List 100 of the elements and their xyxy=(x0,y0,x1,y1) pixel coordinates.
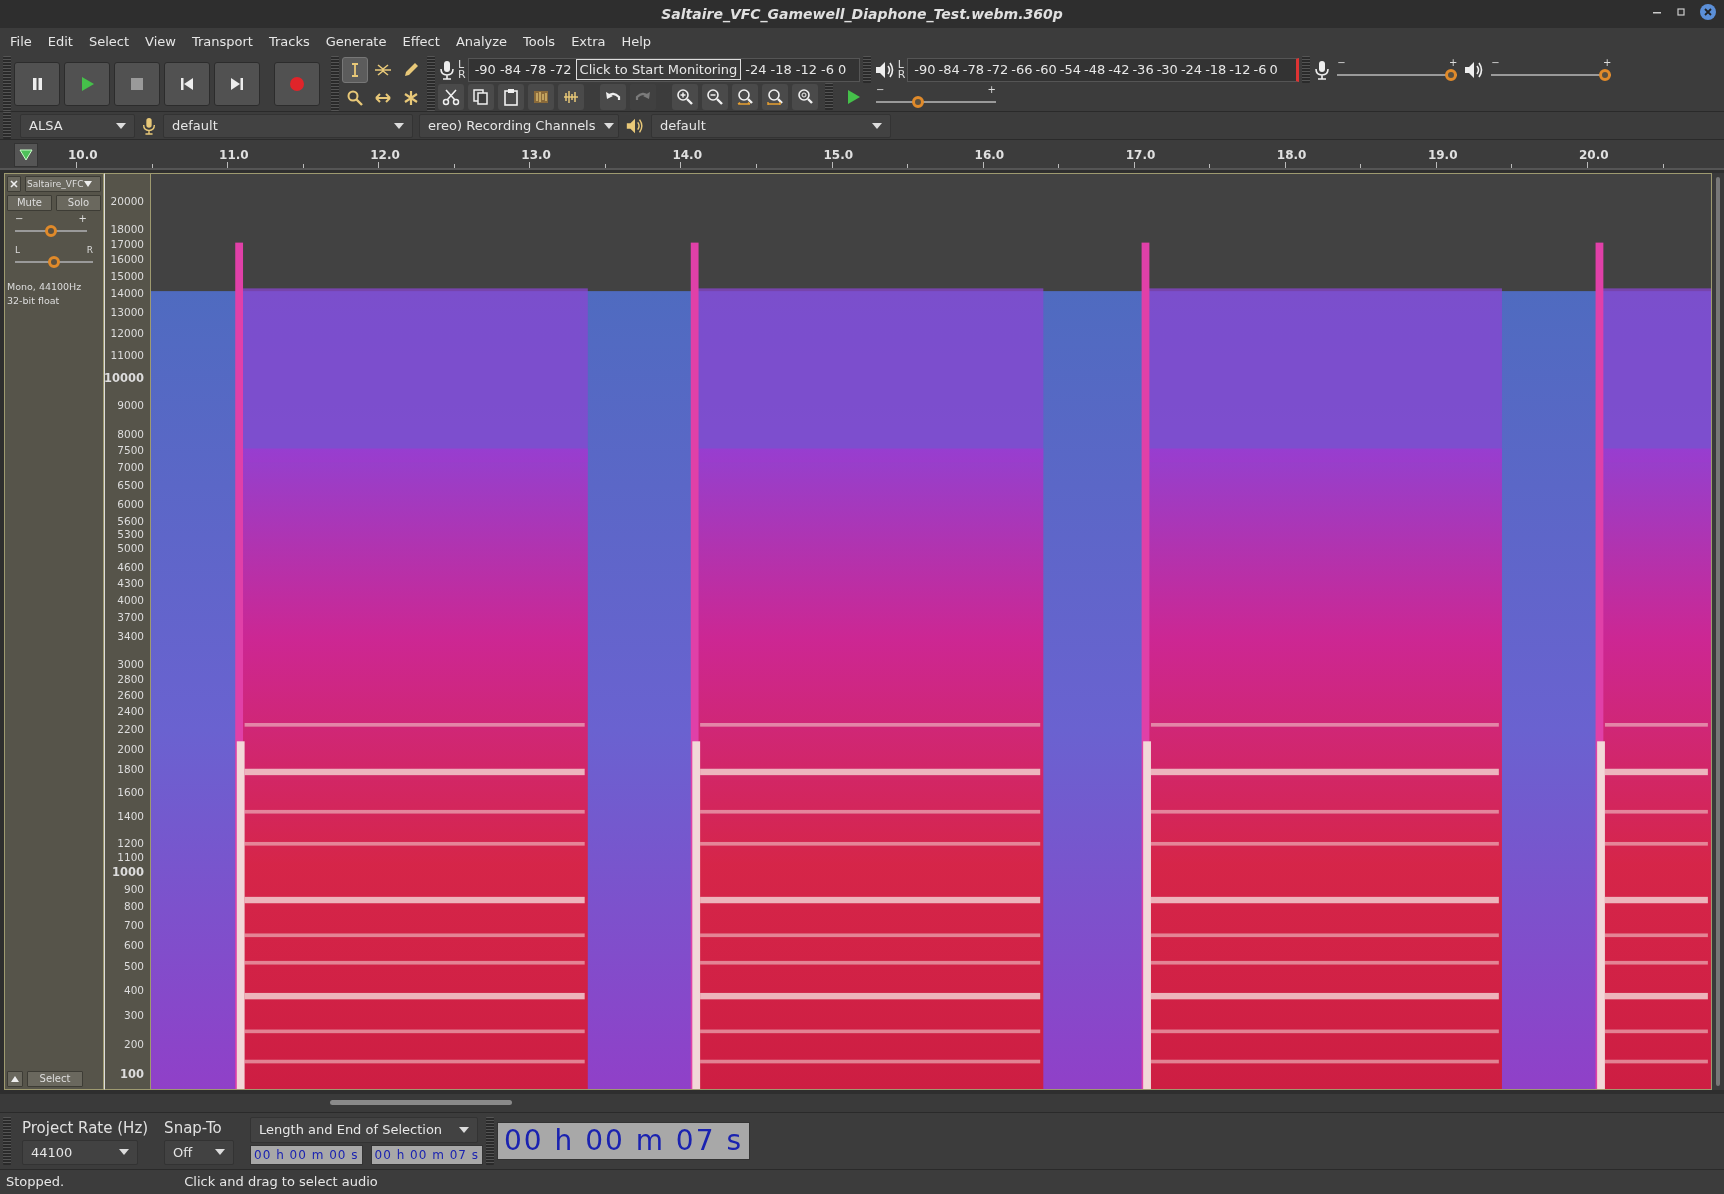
toolbar-grip[interactable] xyxy=(486,1117,494,1165)
time-ruler-label: 11.0 xyxy=(219,147,249,164)
tool-button[interactable] xyxy=(342,56,368,83)
menu-item[interactable]: Select xyxy=(80,32,138,52)
meter-scale-label: -84 xyxy=(499,60,522,79)
field-label: Snap-To xyxy=(164,1118,223,1139)
ruler-tick xyxy=(1058,164,1060,168)
play-button[interactable] xyxy=(64,61,110,106)
recording-device-dropdown[interactable]: default xyxy=(163,113,413,138)
menu-item[interactable]: View xyxy=(137,32,184,52)
recording-channels-dropdown[interactable]: ereo) Recording Channels xyxy=(419,113,619,138)
meter-scale-label: -54 xyxy=(1059,60,1081,79)
toolbar-grip[interactable] xyxy=(3,112,11,139)
recording-meter[interactable]: -90 -84 -78 -72 Click to Start Monitoring -24 -18 -12 -6 0 xyxy=(467,57,860,82)
toolbar-button[interactable] xyxy=(672,83,698,110)
toolbar-button[interactable] xyxy=(792,83,818,110)
project-rate-dropdown[interactable]: 44100 xyxy=(22,1139,138,1165)
microphone-icon xyxy=(141,115,157,136)
meter-scale-label: -78 xyxy=(525,60,547,79)
select-button[interactable]: Select xyxy=(27,1071,83,1087)
toolbar-grip[interactable] xyxy=(331,56,339,111)
plus-sign: + xyxy=(1448,57,1458,68)
toolbar-grip[interactable] xyxy=(3,56,11,111)
toolbar-button[interactable] xyxy=(762,83,788,110)
menu-item[interactable]: Extra xyxy=(563,32,614,52)
channel-label: L xyxy=(897,59,904,70)
slider-thumb[interactable] xyxy=(45,225,57,237)
toolbar-grip[interactable] xyxy=(825,83,833,110)
ruler-tick xyxy=(1435,162,1437,168)
pencil-icon xyxy=(402,60,420,79)
slider-thumb[interactable] xyxy=(48,256,60,268)
horizontal-scrollbar[interactable] xyxy=(330,1100,512,1105)
track-name-menu[interactable]: Saltaire_VFC xyxy=(25,176,101,192)
selection-mode-dropdown[interactable]: Length and End of Selection xyxy=(250,1117,479,1143)
collapse-button[interactable] xyxy=(7,1071,23,1087)
clipboard-icon xyxy=(502,87,520,106)
slider-thumb[interactable] xyxy=(1599,68,1612,81)
asterisk-icon xyxy=(402,88,420,107)
toolbar-grip[interactable] xyxy=(862,56,871,83)
track-info-text: 32-bit float xyxy=(7,294,61,309)
toolbar-button[interactable] xyxy=(702,83,728,110)
frequency-label: 100 xyxy=(120,1069,144,1081)
slider-thumb[interactable] xyxy=(1445,68,1458,81)
frequency-label: 2400 xyxy=(117,706,144,717)
toolbar-grip[interactable] xyxy=(3,1117,11,1165)
pause-button[interactable] xyxy=(14,61,60,106)
skip-to-start-button[interactable] xyxy=(164,61,210,106)
zoom-icon xyxy=(346,88,364,107)
menu-item[interactable]: Effect xyxy=(394,32,448,52)
toolbar-button[interactable] xyxy=(558,83,584,110)
zoom-toggle-icon xyxy=(796,87,814,106)
toolbar-button[interactable] xyxy=(498,83,524,110)
toolbar-button[interactable] xyxy=(468,83,494,110)
record-button[interactable] xyxy=(274,61,320,106)
time-ruler-label: 19.0 xyxy=(1427,147,1458,164)
restore-icon[interactable] xyxy=(1676,7,1686,17)
playback-meter[interactable]: -90 -84 -78 -72 -66 -60 -54 -48 -42 -36 -30 -24 -18 -12 -6 0 xyxy=(907,57,1300,82)
toolbar-button[interactable] xyxy=(732,83,758,110)
menu-item[interactable]: File xyxy=(2,32,40,52)
slider-thumb[interactable] xyxy=(911,95,924,108)
frequency-label: 5300 xyxy=(117,528,144,540)
frequency-label: 400 xyxy=(123,984,144,995)
frequency-label: 3700 xyxy=(117,612,144,623)
play-head-button[interactable] xyxy=(14,143,38,167)
frequency-label: 16000 xyxy=(110,253,144,265)
frequency-label: 2600 xyxy=(117,689,144,700)
menu-item[interactable]: Tracks xyxy=(260,32,318,52)
frequency-label: 18000 xyxy=(110,223,144,234)
menu-item[interactable]: Tools xyxy=(515,32,564,52)
zoom-in-icon xyxy=(676,87,694,106)
frequency-label: 11000 xyxy=(110,349,144,360)
stop-button[interactable] xyxy=(114,61,160,106)
ruler-tick xyxy=(227,162,229,168)
meter-scale-label: -66 xyxy=(1011,60,1033,79)
track-toggle-button[interactable]: Mute xyxy=(7,195,52,211)
toolbar-grip[interactable] xyxy=(1302,56,1311,83)
toolbar-button[interactable] xyxy=(528,83,554,110)
menu-item[interactable]: Edit xyxy=(39,32,81,52)
frequency-label: 800 xyxy=(123,901,144,912)
toolbar-button[interactable] xyxy=(438,83,464,110)
skip-to-end-button[interactable] xyxy=(214,61,260,106)
time-field[interactable]: 00 h 00 m 07 s xyxy=(370,1145,483,1165)
close-track-button[interactable] xyxy=(7,176,21,192)
toolbar-button[interactable] xyxy=(600,83,626,110)
menu-item[interactable]: Generate xyxy=(317,32,395,52)
ruler-tick xyxy=(76,162,77,168)
time-field[interactable]: 00 h 00 m 00 s xyxy=(250,1145,363,1165)
menu-item[interactable]: Transport xyxy=(183,32,261,52)
menu-item[interactable]: Help xyxy=(613,32,660,52)
host-dropdown[interactable]: ALSA xyxy=(20,113,135,138)
vertical-scrollbar[interactable] xyxy=(1716,177,1720,1086)
snap-to-dropdown[interactable]: Off xyxy=(164,1139,235,1165)
time-ruler-label: 12.0 xyxy=(370,147,400,164)
toolbar-grip[interactable] xyxy=(427,56,435,111)
track-toggle-button[interactable]: Solo xyxy=(56,195,101,211)
close-icon[interactable] xyxy=(1700,4,1716,20)
ruler-tick xyxy=(1360,164,1362,168)
playback-device-dropdown[interactable]: default xyxy=(651,113,891,138)
menu-item[interactable]: Analyze xyxy=(447,32,516,52)
frequency-label: 14000 xyxy=(110,288,144,299)
